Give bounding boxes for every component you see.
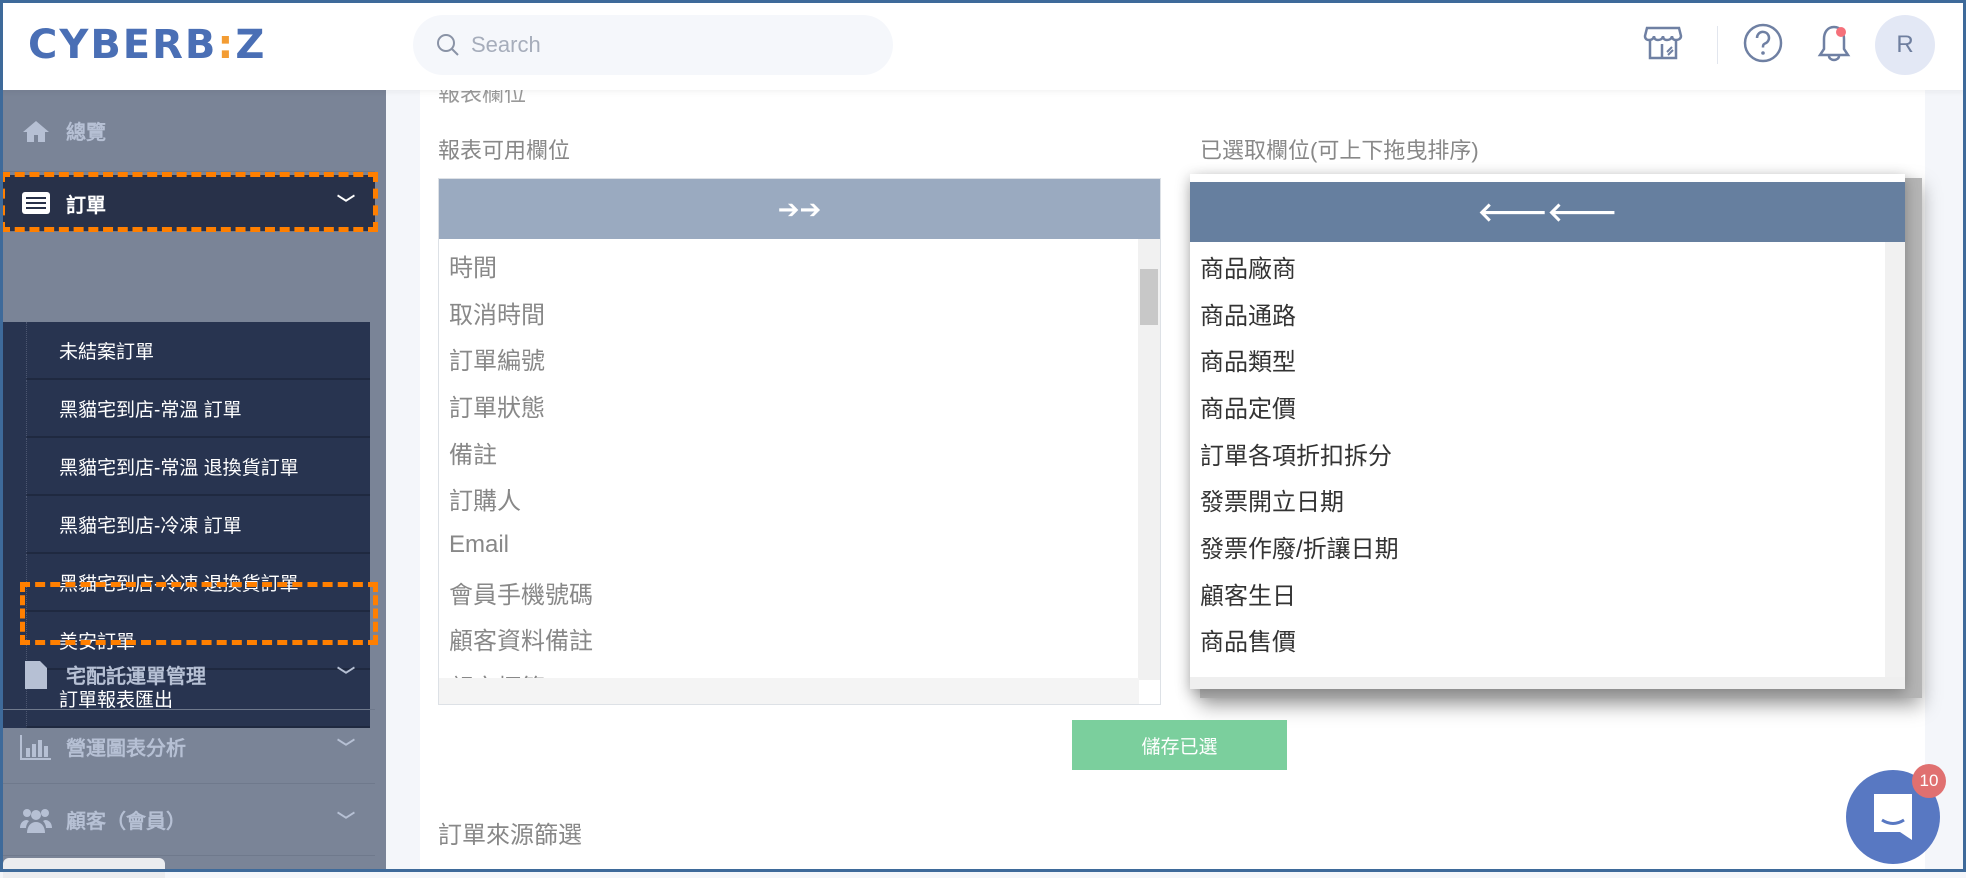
list-item[interactable]: 發票作廢/折讓日期: [1190, 523, 1905, 570]
chat-button[interactable]: 10: [1846, 764, 1946, 864]
chevron-down-icon: ﹀: [337, 194, 355, 214]
list-item[interactable]: 顧客資料備註: [439, 616, 1160, 663]
list-item[interactable]: 商品定價: [1190, 383, 1905, 430]
search-placeholder: Search: [471, 32, 541, 57]
list-item[interactable]: 取消時間: [439, 289, 1160, 336]
sidebar-item-orders[interactable]: 訂單 ﹀: [0, 175, 375, 232]
selected-fields-listbox[interactable]: 🡐🡐 商品廠商 商品通路 商品類型 商品定價 訂單各項折扣拆分 發票開立日期 發…: [1190, 174, 1905, 689]
submenu-item[interactable]: 未結案訂單: [26, 322, 370, 380]
horizontal-scrollbar[interactable]: [1190, 677, 1905, 689]
list-item[interactable]: 訂購人: [439, 475, 1160, 522]
avatar-initial: R: [1896, 31, 1914, 58]
list-item[interactable]: 顧客生日: [1190, 570, 1905, 617]
users-icon: [16, 806, 56, 834]
list-item[interactable]: 商品售價: [1190, 617, 1905, 664]
submenu-item[interactable]: 黑貓宅到店-常溫 訂單: [26, 380, 370, 438]
submenu-item[interactable]: 黑貓宅到店-冷凍 訂單: [26, 496, 370, 554]
avatar[interactable]: R: [1875, 15, 1935, 75]
file-icon: [16, 660, 56, 690]
list-item[interactable]: 備註: [439, 429, 1160, 476]
bell-icon[interactable]: [1814, 22, 1854, 64]
chevron-down-icon: ﹀: [337, 665, 355, 686]
sidebar-item-overview[interactable]: 總覽: [0, 90, 375, 172]
available-fields-label: 報表可用欄位: [438, 138, 571, 163]
list-item[interactable]: 發票開立日期: [1190, 476, 1905, 523]
bar-chart-icon: [16, 734, 56, 760]
submenu-item[interactable]: 黑貓宅到店-常溫 退換貨訂單: [26, 438, 370, 496]
list-item[interactable]: 時間: [439, 242, 1160, 289]
sidebar-item-shipping[interactable]: 宅配託運單管理 ﹀: [0, 640, 375, 710]
top-header: CYBERB:Z Search R: [0, 0, 1966, 90]
sidebar-bottom-tab[interactable]: [3, 858, 165, 878]
vertical-scrollbar[interactable]: [1138, 239, 1160, 680]
main-content: 報表欄位 報表可用欄位 已選取欄位(可上下拖曳排序) ➔➔ 時間 取消時間 訂單…: [420, 81, 1925, 872]
vertical-scrollbar[interactable]: [1885, 242, 1905, 689]
sidebar-item-label: 顧客（會員）: [66, 811, 186, 833]
selected-fields-label: 已選取欄位(可上下拖曳排序): [1200, 138, 1479, 163]
arrow-left-icon: 🡐🡐: [1477, 196, 1618, 227]
submenu-item[interactable]: 黑貓宅到店-冷凍 退換貨訂單: [26, 554, 370, 612]
chat-icon: [1874, 794, 1912, 840]
cyberbiz-logo[interactable]: CYBERB:Z: [28, 22, 266, 68]
list-item[interactable]: 商品通路: [1190, 290, 1905, 337]
sidebar-item-label: 總覽: [66, 122, 106, 144]
sidebar-item-label: 訂單: [66, 194, 106, 217]
add-all-button[interactable]: ➔➔: [439, 179, 1160, 239]
search-icon: [437, 34, 459, 56]
list-icon: [16, 191, 56, 215]
selected-list: 商品廠商 商品通路 商品類型 商品定價 訂單各項折扣拆分 發票開立日期 發票作廢…: [1190, 242, 1905, 663]
sidebar-item-label: 營運圖表分析: [66, 738, 186, 760]
chevron-down-icon: ﹀: [337, 737, 355, 758]
sidebar-item-label: 宅配託運單管理: [66, 666, 206, 688]
chat-badge: 10: [1912, 764, 1946, 798]
list-item[interactable]: 訂單編號: [439, 335, 1160, 382]
sidebar: 總覽 訂單 ﹀ 未結案訂單 黑貓宅到店-常溫 訂單 黑貓宅到店-常溫 退換貨訂單…: [0, 90, 386, 878]
horizontal-scrollbar[interactable]: [439, 678, 1139, 704]
list-item[interactable]: 訂單各項折扣拆分: [1190, 430, 1905, 477]
available-fields-listbox[interactable]: ➔➔ 時間 取消時間 訂單編號 訂單狀態 備註 訂購人 Email 會員手機號碼…: [438, 178, 1161, 705]
header-divider: [1717, 26, 1718, 64]
store-icon[interactable]: [1643, 22, 1683, 62]
source-filter-title: 訂單來源篩選: [438, 822, 582, 849]
arrow-right-icon: ➔➔: [777, 193, 822, 224]
sidebar-item-customers[interactable]: 顧客（會員） ﹀: [0, 784, 375, 856]
remove-all-button[interactable]: 🡐🡐: [1190, 182, 1905, 242]
list-item[interactable]: 商品類型: [1190, 336, 1905, 383]
home-icon: [16, 119, 56, 143]
help-icon[interactable]: [1742, 22, 1784, 64]
list-item[interactable]: Email: [439, 522, 1160, 569]
search-input[interactable]: Search: [413, 15, 893, 75]
chevron-down-icon: ﹀: [337, 810, 355, 831]
save-selected-button[interactable]: 儲存已選: [1072, 720, 1287, 770]
available-list: 時間 取消時間 訂單編號 訂單狀態 備註 訂購人 Email 會員手機號碼 顧客…: [439, 239, 1160, 680]
list-item[interactable]: 會員手機號碼: [439, 569, 1160, 616]
sidebar-item-analytics[interactable]: 營運圖表分析 ﹀: [0, 710, 375, 784]
list-item[interactable]: 訂單狀態: [439, 382, 1160, 429]
scrollbar-thumb[interactable]: [1140, 269, 1158, 325]
list-item[interactable]: 商品廠商: [1190, 243, 1905, 290]
